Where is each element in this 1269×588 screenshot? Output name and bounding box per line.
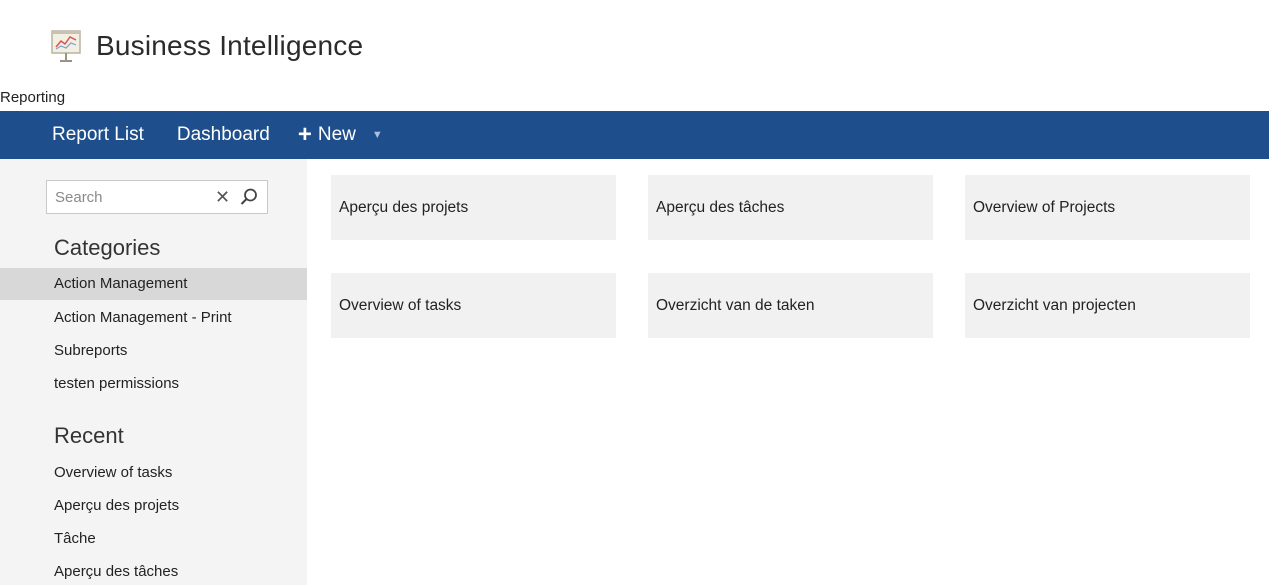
report-tile[interactable]: Aperçu des tâches [648,175,933,240]
recent-item[interactable]: Aperçu des projets [0,490,307,522]
report-tile[interactable]: Overview of Projects [965,175,1250,240]
recent-item[interactable]: Overview of tasks [0,457,307,489]
new-button[interactable]: + New ▼ [298,123,383,147]
presentation-chart-icon [50,29,82,63]
search-box: ✕ [46,180,268,214]
category-item-subreports[interactable]: Subreports [0,335,307,367]
breadcrumb[interactable]: Reporting [0,89,65,106]
category-item-testen-permissions[interactable]: testen permissions [0,368,307,400]
app-header: Business Intelligence [50,26,363,66]
recent-heading: Recent [54,423,124,448]
recent-item[interactable]: Tâche [0,523,307,555]
nav-dashboard[interactable]: Dashboard [177,124,270,146]
report-tile[interactable]: Overview of tasks [331,273,616,338]
caret-down-icon[interactable]: ▼ [372,129,383,141]
recent-item[interactable]: Aperçu des tâches [0,556,307,588]
nav-report-list[interactable]: Report List [52,124,144,146]
category-item-action-management[interactable]: Action Management [0,268,307,300]
report-tile[interactable]: Aperçu des projets [331,175,616,240]
top-nav-bar: Report List Dashboard + New ▼ [0,111,1269,159]
search-icon[interactable] [239,187,259,207]
plus-icon: + [297,121,312,148]
category-item-action-management-print[interactable]: Action Management - Print [0,302,307,334]
close-icon[interactable]: ✕ [215,186,230,208]
app-title: Business Intelligence [96,30,364,61]
new-button-label: New [317,124,356,145]
sidebar: ✕ Categories Action Management Action Ma… [0,159,307,585]
categories-heading: Categories [54,235,161,260]
search-input[interactable] [55,186,205,208]
report-tile[interactable]: Overzicht van projecten [965,273,1250,338]
report-tile[interactable]: Overzicht van de taken [648,273,933,338]
